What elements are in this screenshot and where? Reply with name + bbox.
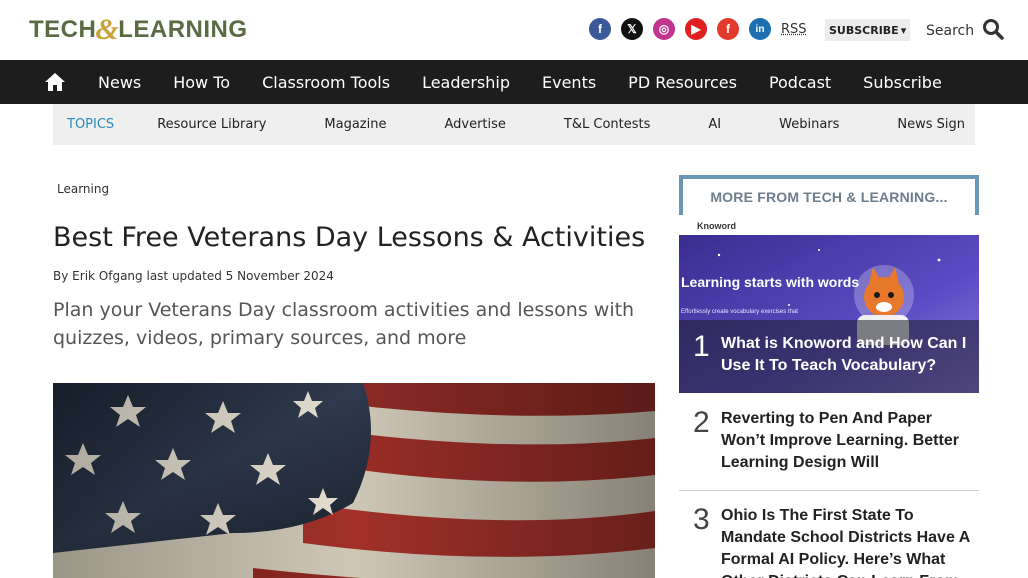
nav-items: News How To Classroom Tools Leadership Event…	[82, 60, 958, 104]
logo-ampersand: &	[95, 13, 120, 46]
rank-1: 1	[693, 330, 710, 363]
flipboard-icon[interactable]: f	[717, 18, 739, 40]
topic-advertise[interactable]: Advertise	[444, 117, 505, 132]
topics-label: TOPICS	[67, 117, 115, 132]
youtube-icon[interactable]: ▶	[685, 18, 707, 40]
x-twitter-icon[interactable]: 𝕏	[621, 18, 643, 40]
nav-item-how-to[interactable]: How To	[157, 73, 246, 92]
most-read-item-2[interactable]: Reverting to Pen And Paper Won’t Improve…	[721, 408, 971, 474]
chevron-down-icon: ▾	[900, 23, 907, 37]
logo-text-learning: LEARNING	[118, 16, 248, 43]
search-button[interactable]: Search	[926, 18, 1004, 44]
nav-item-news[interactable]: News	[82, 73, 157, 92]
rank-3: 3	[693, 503, 710, 536]
rss-link[interactable]: RSS	[781, 22, 807, 37]
topics-bar: TOPICS Resource Library Magazine Advertise…	[53, 104, 975, 145]
logo-text-tech: TECH	[29, 16, 97, 43]
site-logo[interactable]: TECH & LEARNING	[29, 13, 248, 46]
hero-image-flag	[53, 383, 655, 578]
sidebar-divider	[679, 490, 979, 491]
search-label: Search	[926, 23, 975, 39]
topic-magazine[interactable]: Magazine	[324, 117, 386, 132]
social-links: f 𝕏 ◎ ▶ f in RSS	[589, 18, 807, 40]
feature-brand-text: Knoword	[697, 221, 736, 231]
breadcrumb[interactable]: Learning	[57, 182, 109, 196]
linkedin-icon[interactable]: in	[749, 18, 771, 40]
site-header: TECH & LEARNING f 𝕏 ◎ ▶ f in RSS SUBSCRI…	[0, 0, 1028, 60]
nav-item-classroom-tools[interactable]: Classroom Tools	[246, 73, 406, 92]
author-link[interactable]: Erik Ofgang	[72, 269, 142, 283]
nav-item-subscribe[interactable]: Subscribe	[847, 73, 958, 92]
most-read-item-3[interactable]: Ohio Is The First State To Mandate Schoo…	[721, 505, 971, 578]
feature-headline-text: Learning starts with words	[681, 274, 859, 290]
nav-item-events[interactable]: Events	[526, 73, 612, 92]
subscribe-label: SUBSCRIBE	[829, 23, 899, 37]
more-from-title: MORE FROM TECH & LEARNING...	[710, 189, 948, 205]
article-title: Best Free Veterans Day Lessons & Activit…	[53, 222, 646, 253]
search-icon	[982, 18, 1004, 44]
topic-ai[interactable]: AI	[708, 117, 721, 132]
nav-item-pd-resources[interactable]: PD Resources	[612, 73, 753, 92]
updated-date: last updated 5 November 2024	[146, 269, 334, 283]
instagram-icon[interactable]: ◎	[653, 18, 675, 40]
topic-t-l-contests[interactable]: T&L Contests	[564, 117, 650, 132]
topic-news-sign[interactable]: News Sign	[897, 117, 965, 132]
home-icon[interactable]	[44, 71, 66, 93]
byline-by: By	[53, 269, 69, 283]
most-read-item-1[interactable]: What is Knoword and How Can I Use It To …	[721, 333, 969, 377]
facebook-icon[interactable]: f	[589, 18, 611, 40]
byline: By Erik Ofgang last updated 5 November 2…	[53, 269, 334, 283]
main-nav: News How To Classroom Tools Leadership Event…	[0, 60, 1028, 104]
feature-story-image[interactable]: Knoword Learning starts with words Effor…	[679, 215, 979, 393]
feature-sub-text: Effortlessly create vocabulary exercises…	[681, 309, 798, 315]
nav-item-podcast[interactable]: Podcast	[753, 73, 847, 92]
rank-2: 2	[693, 406, 710, 439]
more-from-header: MORE FROM TECH & LEARNING...	[679, 175, 979, 215]
topic-resource-library[interactable]: Resource Library	[157, 117, 266, 132]
nav-item-leadership[interactable]: Leadership	[406, 73, 526, 92]
topic-webinars[interactable]: Webinars	[779, 117, 839, 132]
article-standfirst: Plan your Veterans Day classroom activit…	[53, 299, 635, 349]
subscribe-dropdown-button[interactable]: SUBSCRIBE ▾	[825, 19, 911, 41]
